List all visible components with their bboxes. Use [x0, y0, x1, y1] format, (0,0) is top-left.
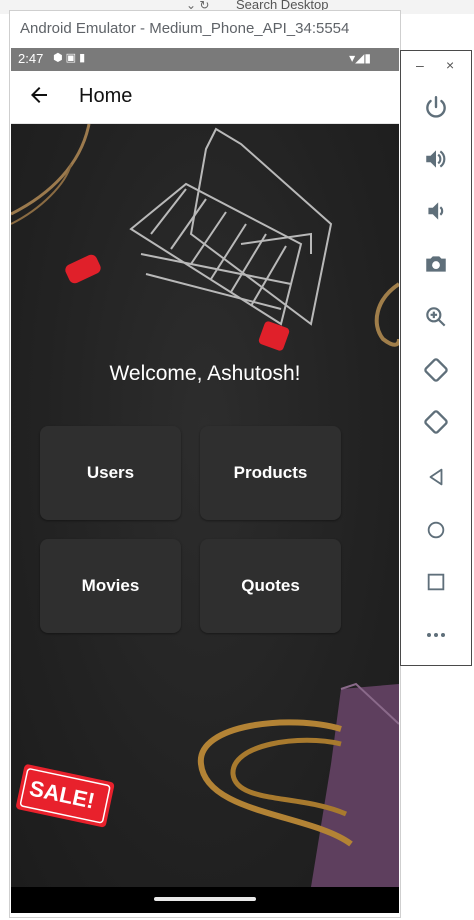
camera-icon[interactable]	[422, 250, 450, 278]
minimize-button[interactable]: –	[416, 57, 424, 73]
users-tile[interactable]: Users	[40, 426, 181, 520]
movies-tile[interactable]: Movies	[40, 539, 181, 633]
page-title: Home	[79, 85, 133, 107]
overview-icon[interactable]	[422, 568, 450, 596]
power-icon[interactable]	[422, 93, 450, 121]
welcome-text: Welcome, Ashutosh!	[109, 362, 301, 385]
quotes-tile[interactable]: Quotes	[200, 539, 341, 633]
status-left-icons: ⬢ ▣ ▮	[53, 52, 86, 64]
more-icon[interactable]	[422, 621, 450, 649]
back-arrow-icon[interactable]	[27, 83, 51, 107]
status-bar: 2:47 ⬢ ▣ ▮ ▾◢▮	[11, 48, 399, 71]
rotate-right-icon[interactable]	[422, 408, 450, 436]
back-icon[interactable]	[422, 463, 450, 491]
products-tile[interactable]: Products	[200, 426, 341, 520]
home-icon[interactable]	[422, 516, 450, 544]
gesture-handle[interactable]	[154, 897, 256, 901]
gesture-nav-bar	[11, 887, 399, 913]
status-right-icons: ▾◢▮	[349, 51, 371, 65]
close-button[interactable]: ×	[446, 57, 454, 73]
app-bar: Home	[11, 71, 399, 124]
emulator-side-toolbar: – ×	[400, 50, 472, 666]
volume-up-icon[interactable]	[422, 145, 450, 173]
home-content: Welcome, Ashutosh! Users Products Movies…	[11, 124, 399, 887]
rotate-left-icon[interactable]	[422, 356, 450, 384]
zoom-icon[interactable]	[422, 303, 450, 331]
emulator-title: Android Emulator - Medium_Phone_API_34:5…	[10, 11, 400, 47]
status-time: 2:47	[18, 51, 44, 66]
volume-down-icon[interactable]	[422, 197, 450, 225]
